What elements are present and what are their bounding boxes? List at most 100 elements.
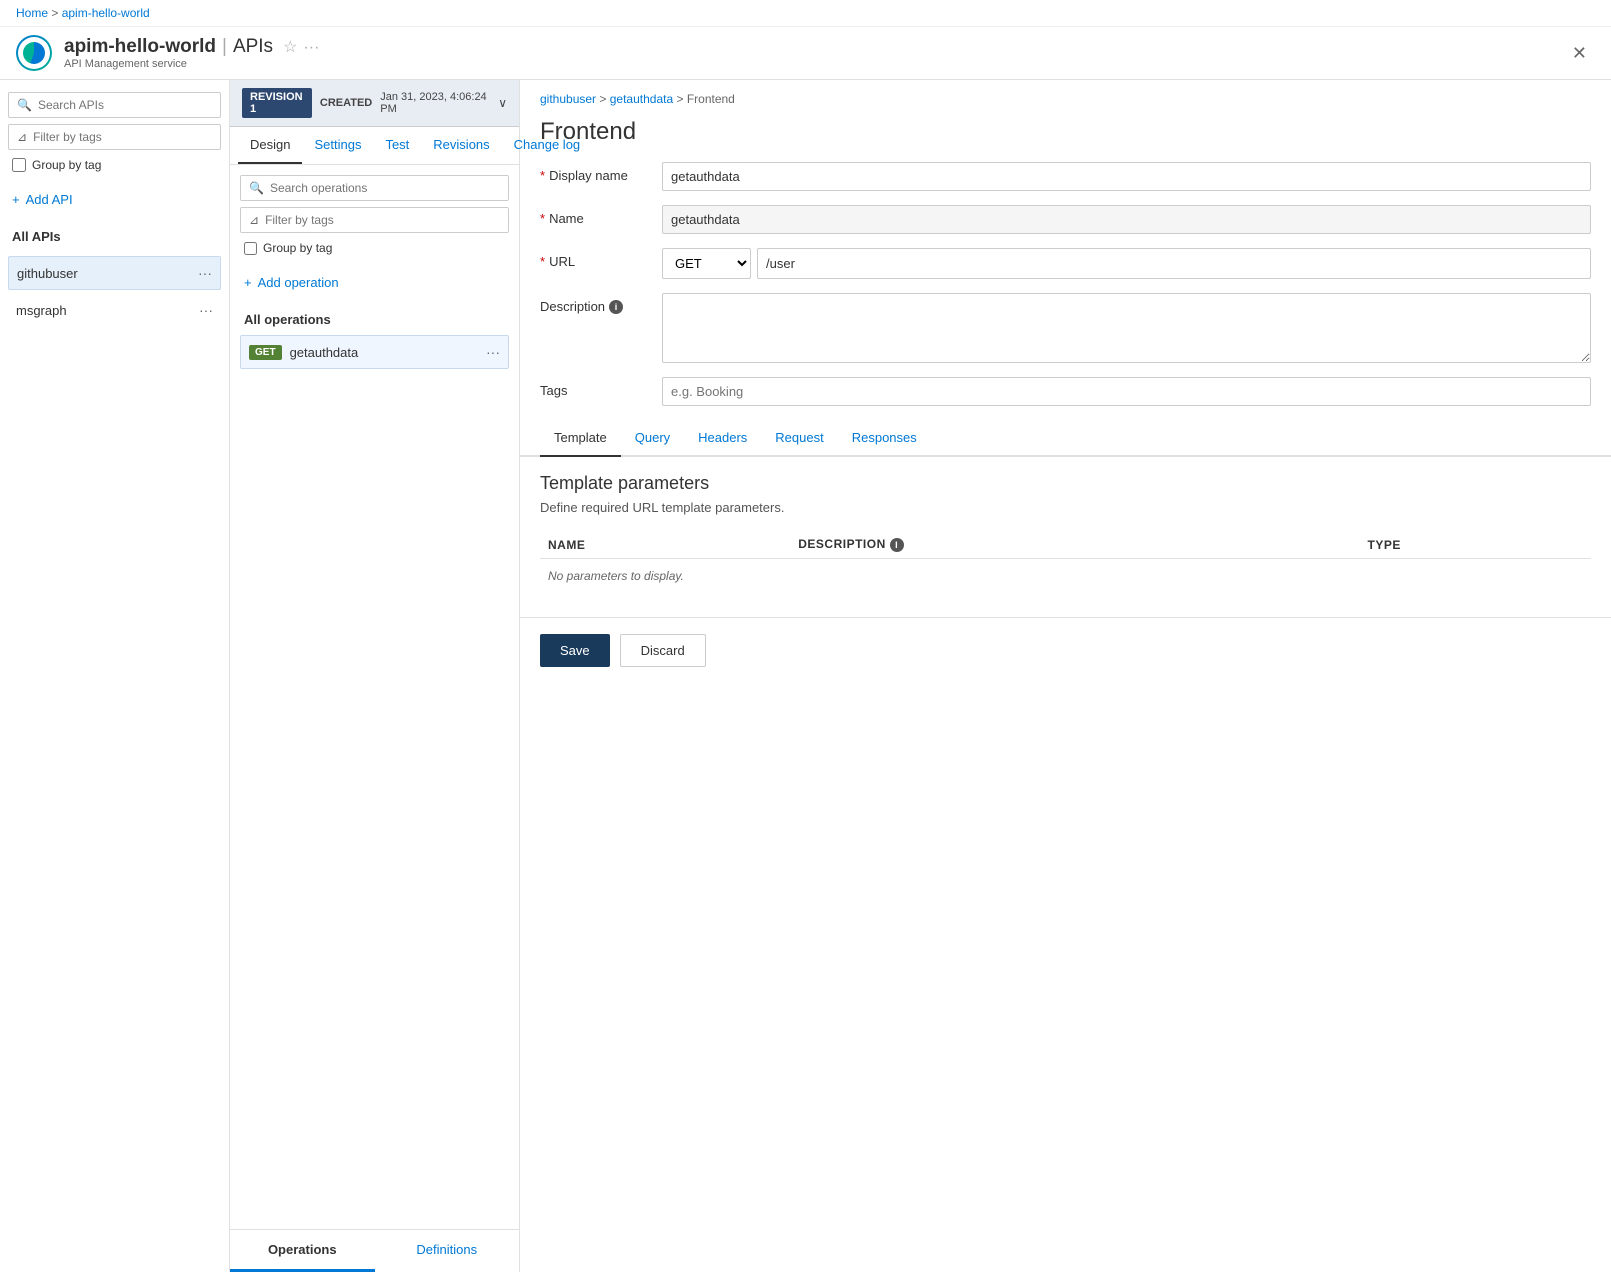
operation-item-left: GET getauthdata: [249, 345, 358, 360]
ops-search-box[interactable]: 🔍: [240, 175, 509, 201]
sub-tab-query[interactable]: Query: [621, 420, 684, 457]
discard-button[interactable]: Discard: [620, 634, 706, 667]
all-apis-label: All APIs: [8, 225, 221, 252]
right-breadcrumb-getauthdata[interactable]: getauthdata: [610, 92, 673, 106]
required-star-2: *: [540, 211, 545, 226]
revision-dropdown-icon[interactable]: ∨: [498, 96, 507, 110]
params-table-head: NAME DESCRIPTION i TYPE: [540, 531, 1591, 559]
required-star: *: [540, 168, 545, 183]
ops-filter-icon: ⊿: [249, 213, 259, 227]
breadcrumb-home[interactable]: Home: [16, 6, 48, 20]
bottom-tab-operations[interactable]: Operations: [230, 1230, 375, 1272]
sidebar-search-box[interactable]: 🔍: [8, 92, 221, 118]
display-name-label: * Display name: [540, 162, 650, 183]
name-input[interactable]: [662, 205, 1591, 234]
frontend-form: * Display name * Name * URL: [520, 162, 1611, 406]
close-icon[interactable]: ✕: [1564, 39, 1595, 68]
description-textarea[interactable]: [662, 293, 1591, 363]
method-badge-get: GET: [249, 345, 282, 360]
group-by-tag-checkbox[interactable]: [12, 158, 26, 172]
filter-operations-input[interactable]: [265, 213, 500, 227]
breadcrumb-service[interactable]: apim-hello-world: [62, 6, 150, 20]
filter-icon: ⊿: [17, 130, 27, 144]
display-name-input[interactable]: [662, 162, 1591, 191]
ops-search-icon: 🔍: [249, 181, 264, 195]
plus-icon: +: [12, 192, 20, 207]
right-pane: githubuser > getauthdata > Frontend Fron…: [520, 80, 1611, 1272]
app-title-divider: |: [222, 36, 227, 58]
sub-tab-responses[interactable]: Responses: [838, 420, 931, 457]
url-label: * URL: [540, 248, 650, 269]
all-ops-label: All operations: [240, 308, 509, 335]
name-label: * Name: [540, 205, 650, 226]
main-tabs-bar: Design Settings Test Revisions Change lo…: [230, 127, 519, 165]
col-description: DESCRIPTION i: [790, 531, 1359, 559]
url-path-input[interactable]: [757, 248, 1591, 279]
right-breadcrumb: githubuser > getauthdata > Frontend: [520, 80, 1611, 110]
revision-date: Jan 31, 2023, 4:06:24 PM: [380, 91, 490, 115]
app-icon: [16, 35, 52, 71]
app-title-group: apim-hello-world | APIs ☆ ··· API Manage…: [64, 36, 319, 70]
name-row: * Name: [540, 205, 1591, 234]
right-breadcrumb-githubuser[interactable]: githubuser: [540, 92, 596, 106]
app-icon-inner: [18, 37, 50, 69]
middle-pane: REVISION 1 CREATED Jan 31, 2023, 4:06:24…: [230, 80, 520, 1272]
api-more-githubuser[interactable]: ···: [198, 265, 212, 281]
params-table-header-row: NAME DESCRIPTION i TYPE: [540, 531, 1591, 559]
app-title-row: apim-hello-world | APIs ☆ ···: [64, 36, 319, 58]
bottom-tabs: Operations Definitions: [230, 1229, 519, 1272]
required-star-3: *: [540, 254, 545, 269]
sub-tab-template[interactable]: Template: [540, 420, 621, 457]
sub-tab-request[interactable]: Request: [761, 420, 837, 457]
filter-apis-input[interactable]: [33, 130, 212, 144]
app-title-main: apim-hello-world: [64, 36, 216, 58]
save-button[interactable]: Save: [540, 634, 610, 667]
col-name: NAME: [540, 531, 790, 559]
main-layout: 🔍 ⊿ Group by tag + Add API All APIs gith…: [0, 80, 1611, 1272]
add-api-label: Add API: [26, 192, 73, 207]
operation-more-btn[interactable]: ···: [486, 344, 500, 360]
add-api-button[interactable]: + Add API: [8, 186, 221, 213]
col-type: TYPE: [1360, 531, 1592, 559]
star-icon[interactable]: ☆: [283, 37, 297, 57]
app-title-section: APIs: [233, 36, 273, 58]
right-breadcrumb-frontend: Frontend: [687, 92, 735, 106]
app-icon-circle: [23, 42, 45, 64]
revision-badge: REVISION 1: [242, 88, 312, 118]
description-col-info-icon: i: [890, 538, 904, 552]
ops-group-by-tag-checkbox[interactable]: [244, 242, 257, 255]
sidebar-group-tag: Group by tag: [8, 156, 221, 174]
tab-design[interactable]: Design: [238, 127, 302, 164]
api-item-msgraph[interactable]: msgraph ···: [8, 294, 221, 326]
tab-test[interactable]: Test: [373, 127, 421, 164]
tab-revisions[interactable]: Revisions: [421, 127, 501, 164]
bottom-tab-definitions[interactable]: Definitions: [375, 1230, 520, 1272]
add-operation-button[interactable]: + Add operation: [240, 269, 509, 296]
sub-tab-headers[interactable]: Headers: [684, 420, 761, 457]
more-icon[interactable]: ···: [303, 39, 319, 57]
ops-filter-box[interactable]: ⊿: [240, 207, 509, 233]
no-params-text: No parameters to display.: [540, 559, 1591, 594]
url-method-select[interactable]: GET POST PUT DELETE PATCH: [662, 248, 751, 279]
sidebar-filter-box[interactable]: ⊿: [8, 124, 221, 150]
url-row: * URL GET POST PUT DELETE PATCH: [540, 248, 1591, 279]
tags-input[interactable]: [662, 377, 1591, 406]
template-section-title: Template parameters: [540, 473, 1591, 494]
add-operation-label: Add operation: [258, 275, 339, 290]
tab-settings[interactable]: Settings: [302, 127, 373, 164]
search-icon: 🔍: [17, 98, 32, 112]
search-apis-input[interactable]: [38, 98, 212, 112]
sidebar: 🔍 ⊿ Group by tag + Add API All APIs gith…: [0, 80, 230, 1272]
operation-item-getauthdata[interactable]: GET getauthdata ···: [240, 335, 509, 369]
api-more-msgraph[interactable]: ···: [199, 302, 213, 318]
revision-created-label: CREATED: [320, 97, 372, 109]
api-item-githubuser[interactable]: githubuser ···: [8, 256, 221, 290]
tags-label: Tags: [540, 377, 650, 398]
params-table-body: No parameters to display.: [540, 559, 1591, 594]
search-operations-input[interactable]: [270, 181, 500, 195]
params-table: NAME DESCRIPTION i TYPE No parameters to…: [540, 531, 1591, 593]
no-params-row: No parameters to display.: [540, 559, 1591, 594]
sub-tabs-bar: Template Query Headers Request Responses: [520, 420, 1611, 457]
api-name-msgraph: msgraph: [16, 303, 67, 318]
plus-icon: +: [244, 275, 252, 290]
